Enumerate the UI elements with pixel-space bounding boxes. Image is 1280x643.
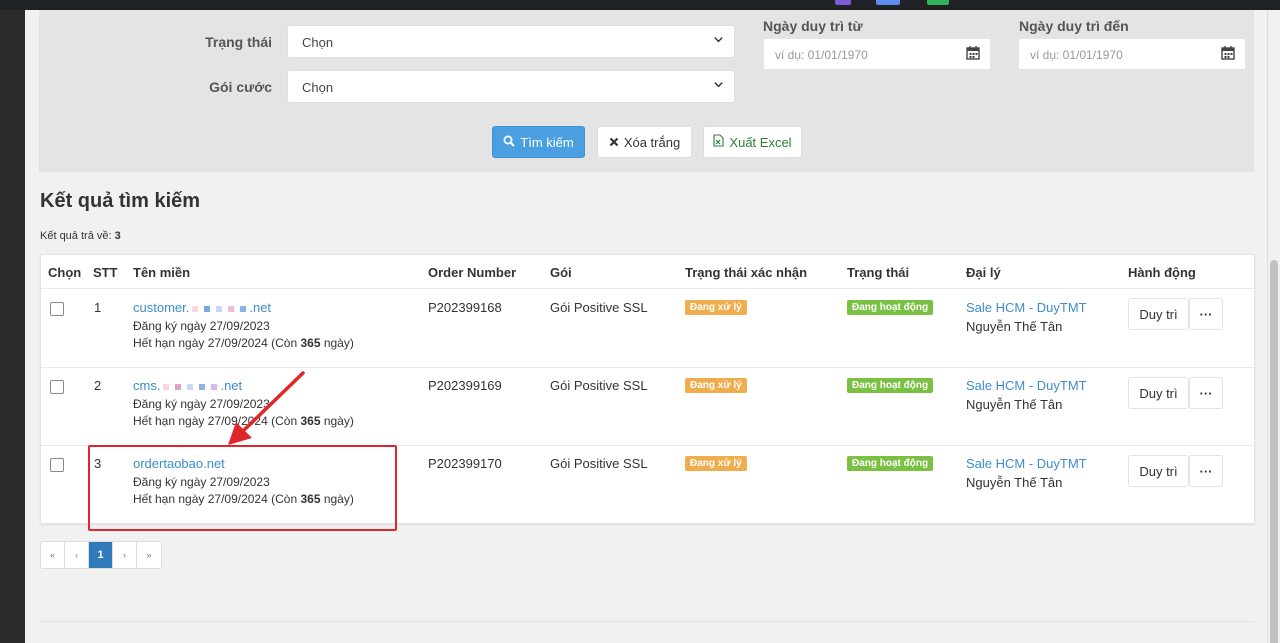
row-checkbox[interactable] (50, 302, 64, 316)
results-count: Kết quả trả về: 3 (40, 230, 121, 242)
browser-top-strip (0, 0, 1280, 10)
column-header-agent: Đại lý (966, 265, 1001, 280)
maintain-button[interactable]: Duy trì (1128, 298, 1189, 330)
date-from-label: Ngày duy trì từ (763, 18, 863, 34)
expiry-suffix: ngày) (320, 414, 354, 428)
row-package: Gói Positive SSL (550, 456, 648, 471)
filter-panel: Trạng thái Chọn Gói cước Chọn Ngày duy t… (39, 10, 1254, 172)
date-to-placeholder: ví dụ: 01/01/1970 (1030, 48, 1123, 62)
days-remaining: 365 (300, 336, 321, 350)
status-badge: Đang hoạt động (847, 456, 934, 471)
export-excel-button[interactable]: Xuất Excel (703, 126, 802, 158)
agent-link[interactable]: Sale HCM - DuyTMT (966, 378, 1087, 393)
annotation-arrow (228, 371, 305, 445)
agent-name: Nguyễn Thế Tân (966, 475, 1063, 490)
header-divider (41, 288, 1254, 289)
column-header-actions: Hành động (1128, 265, 1196, 280)
calendar-icon[interactable] (1221, 45, 1235, 60)
package-select-value: Chọn (302, 80, 334, 95)
more-actions-button[interactable]: ··· (1189, 298, 1223, 330)
expiry-text: Hết hạn ngày 27/09/2024 (Còn (133, 336, 301, 350)
results-count-value: 3 (114, 230, 121, 242)
row-package: Gói Positive SSL (550, 300, 648, 315)
row-stt: 1 (94, 300, 102, 315)
results-count-label: Kết quả trả về: (40, 230, 112, 242)
package-filter-label: Gói cước (209, 79, 272, 95)
row-divider (41, 367, 1254, 368)
page-prev-button[interactable]: ‹ (65, 542, 89, 568)
row-expiry: Hết hạn ngày 27/09/2024 (Còn 365 ngày) (133, 335, 354, 352)
domain-link-suffix[interactable]: .net (249, 300, 271, 315)
confirm-status-badge: Đang xử lý (685, 300, 747, 315)
search-button-label: Tìm kiếm (520, 134, 574, 150)
clear-button-label: Xóa trắng (623, 134, 681, 150)
maintain-button[interactable]: Duy trì (1128, 377, 1189, 409)
row-checkbox[interactable] (50, 380, 64, 394)
agent-link[interactable]: Sale HCM - DuyTMT (966, 456, 1087, 471)
page-first-button[interactable]: « (41, 542, 65, 568)
row-domain[interactable]: customer. .net (133, 300, 271, 315)
chevron-down-icon (713, 34, 724, 48)
domain-link[interactable]: cms. (133, 378, 160, 393)
excel-file-icon (713, 134, 724, 150)
confirm-status-badge: Đang xử lý (685, 378, 747, 393)
tab-marker (927, 0, 949, 5)
page-last-button[interactable]: » (137, 542, 161, 568)
agent-link[interactable]: Sale HCM - DuyTMT (966, 300, 1087, 315)
date-from-placeholder: ví dụ: 01/01/1970 (775, 48, 868, 62)
status-badge: Đang hoạt động (847, 300, 934, 315)
status-filter-label: Trạng thái (205, 34, 272, 50)
pagination: « ‹ 1 › » (40, 541, 162, 569)
redacted-mark (160, 378, 220, 393)
row-registered-date: Đăng ký ngày 27/09/2023 (133, 319, 270, 333)
row-stt: 2 (94, 378, 102, 393)
row-package: Gói Positive SSL (550, 378, 648, 393)
more-actions-button[interactable]: ··· (1189, 377, 1223, 409)
scrollbar-thumb[interactable] (1270, 260, 1278, 643)
page-content: Trạng thái Chọn Gói cước Chọn Ngày duy t… (25, 10, 1267, 643)
date-to-label: Ngày duy trì đến (1019, 18, 1129, 34)
column-header-confirm-status: Trạng thái xác nhận (685, 265, 808, 280)
clear-button[interactable]: Xóa trắng (597, 126, 692, 158)
results-title: Kết quả tìm kiếm (40, 190, 201, 212)
footer-divider (39, 621, 1254, 622)
page-current-button[interactable]: 1 (89, 542, 113, 568)
row-order-number: P202399168 (428, 300, 502, 315)
agent-name: Nguyễn Thế Tân (966, 319, 1063, 334)
more-actions-button[interactable]: ··· (1189, 455, 1223, 487)
column-header-select: Chọn (48, 265, 82, 280)
row-order-number: P202399170 (428, 456, 502, 471)
column-header-status: Trạng thái (847, 265, 910, 280)
calendar-icon[interactable] (966, 45, 980, 60)
package-select[interactable]: Chọn (287, 70, 735, 103)
column-header-order-number: Order Number (428, 265, 517, 280)
redacted-mark (189, 300, 249, 315)
page-next-button[interactable]: › (113, 542, 137, 568)
column-header-package: Gói (550, 265, 572, 280)
status-select-value: Chọn (302, 35, 334, 50)
expiry-suffix: ngày) (320, 336, 354, 350)
search-button[interactable]: Tìm kiếm (492, 126, 585, 158)
status-badge: Đang hoạt động (847, 378, 934, 393)
column-header-domain: Tên miền (133, 265, 191, 280)
date-to-input[interactable]: ví dụ: 01/01/1970 (1018, 38, 1246, 70)
date-from-input[interactable]: ví dụ: 01/01/1970 (763, 38, 991, 70)
highlight-box (88, 445, 397, 531)
status-select[interactable]: Chọn (287, 25, 735, 58)
tab-marker (835, 0, 851, 5)
tab-marker (876, 0, 900, 5)
row-order-number: P202399169 (428, 378, 502, 393)
confirm-status-badge: Đang xử lý (685, 456, 747, 471)
export-excel-label: Xuất Excel (729, 134, 792, 150)
maintain-button[interactable]: Duy trì (1128, 455, 1189, 487)
search-icon (503, 135, 515, 150)
row-checkbox[interactable] (50, 458, 64, 472)
column-header-stt: STT (93, 265, 118, 280)
agent-name: Nguyễn Thế Tân (966, 397, 1063, 412)
chevron-down-icon (713, 79, 724, 93)
domain-link[interactable]: customer. (133, 300, 189, 315)
close-icon (609, 135, 619, 150)
vertical-scrollbar[interactable] (1267, 10, 1280, 643)
